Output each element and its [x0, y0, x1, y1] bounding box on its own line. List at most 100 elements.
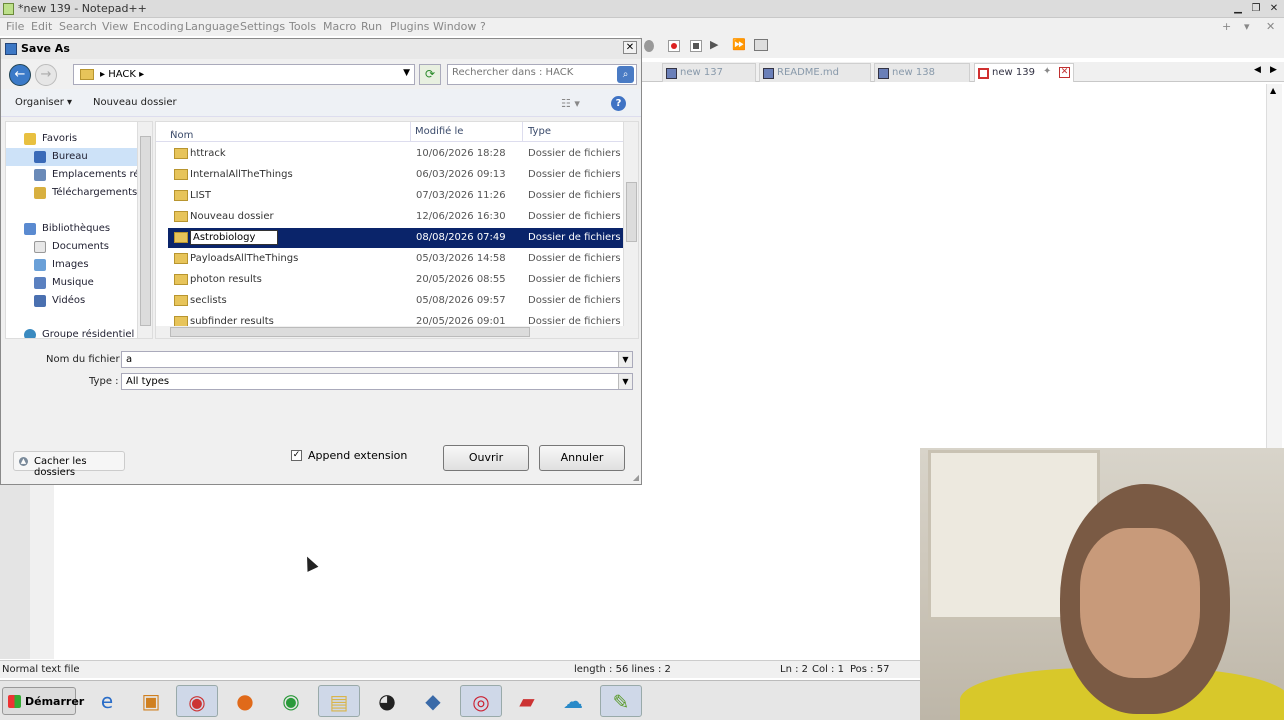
ie-icon[interactable]: e [86, 685, 128, 717]
record-icon[interactable] [668, 40, 680, 52]
nav-scrollbar[interactable] [137, 122, 152, 338]
file-list-scrollbar[interactable] [623, 122, 638, 338]
menu-encoding[interactable]: Encoding [133, 20, 184, 33]
pin-icon[interactable]: ✦ [1043, 66, 1051, 77]
cancel-button[interactable]: Annuler [539, 445, 625, 471]
menu-search[interactable]: Search [59, 20, 97, 33]
breadcrumb[interactable]: ▸ HACK ▸ [100, 69, 144, 80]
tab-new-139[interactable]: new 139 ✦ ✕ [974, 63, 1074, 82]
menu-plugins[interactable]: Plugins [390, 20, 429, 33]
dialog-close-button[interactable]: ✕ [623, 41, 637, 54]
minimize-icon[interactable]: ▁ [1230, 2, 1246, 16]
forward-button[interactable]: → [35, 64, 57, 86]
resize-grip-icon[interactable]: ◢ [633, 473, 639, 482]
column-divider[interactable] [410, 122, 411, 142]
file-row[interactable]: InternalAllTheThings 06/03/2026 09:13 Doss… [168, 165, 624, 185]
add-icon[interactable]: + [1222, 20, 1231, 33]
play-icon[interactable]: ▶ [710, 38, 718, 51]
help-icon[interactable]: ? [611, 96, 626, 111]
menu-settings[interactable]: Settings [240, 20, 285, 33]
firefox-icon[interactable]: ● [224, 685, 266, 717]
new-folder-button[interactable]: Nouveau dossier [93, 97, 177, 108]
nav-libraries[interactable]: Bibliothèques [6, 220, 138, 238]
file-row[interactable]: seclists 05/08/2026 09:57 Dossier de fichi… [168, 291, 624, 311]
file-row[interactable]: httrack 10/06/2026 18:28 Dossier de fichie… [168, 144, 624, 164]
start-button[interactable]: Démarrer [2, 687, 84, 715]
nav-music[interactable]: Musique [6, 274, 138, 292]
maximize-icon[interactable]: ❐ [1248, 2, 1264, 16]
hide-folders-button[interactable]: ▲ Cacher les dossiers [13, 451, 125, 478]
nav-favorites[interactable]: Favoris [6, 130, 138, 148]
tab-readme[interactable]: README.md [759, 63, 871, 82]
view-options-button[interactable]: ☷ ▾ [561, 97, 580, 110]
nav-downloads[interactable]: Téléchargements [6, 184, 138, 202]
tab-scroll-left-icon[interactable]: ◀ [1254, 65, 1261, 75]
organize-button[interactable]: Organiser ▾ [15, 97, 72, 108]
menu-macro[interactable]: Macro [323, 20, 356, 33]
explorer-icon[interactable]: ▤ [318, 685, 360, 717]
stop-icon[interactable] [690, 40, 702, 52]
nav-desktop[interactable]: Bureau [6, 148, 138, 166]
rename-input[interactable]: Astrobiology [190, 230, 279, 245]
toolbar-icon[interactable] [644, 40, 654, 52]
folder-icon [174, 274, 188, 285]
tab-scroll-right-icon[interactable]: ▶ [1270, 65, 1277, 75]
scroll-up-icon[interactable]: ▲ [1270, 86, 1276, 95]
menu-file[interactable]: File [6, 20, 24, 33]
column-divider[interactable] [522, 122, 523, 142]
menu-edit[interactable]: Edit [31, 20, 52, 33]
chrome-alt-icon[interactable]: ◉ [270, 685, 312, 717]
nav-recent[interactable]: Emplacements réce [6, 166, 138, 184]
obs-icon[interactable]: ◕ [366, 685, 408, 717]
file-row[interactable]: photon results 20/05/2026 08:55 Dossier de… [168, 270, 624, 290]
file-row[interactable]: PayloadsAllTheThings 05/03/2026 14:58 Doss… [168, 249, 624, 269]
tab-new-137[interactable]: new 137 [662, 63, 756, 82]
file-row[interactable]: Nouveau dossier 12/06/2026 16:30 Dossier d… [168, 207, 624, 227]
menu-tools[interactable]: Tools [289, 20, 316, 33]
cloud-icon[interactable]: ☁ [552, 685, 594, 717]
vm-icon[interactable]: ◆ [412, 685, 454, 717]
refresh-button[interactable]: ⟳ [419, 64, 441, 85]
chevron-down-icon[interactable]: ▾ [1244, 20, 1250, 33]
save-macro-icon[interactable] [754, 39, 768, 51]
search-box[interactable]: ⌕ [447, 64, 637, 85]
play-multiple-icon[interactable]: ⏩ [732, 38, 746, 51]
scroll-thumb[interactable] [626, 182, 637, 242]
menu-window[interactable]: Window [433, 20, 476, 33]
back-button[interactable]: ← [9, 64, 31, 86]
notepadpp-icon[interactable]: ✎ [600, 685, 642, 717]
menu-help[interactable]: ? [480, 20, 486, 33]
notepad-alt-icon[interactable]: ▰ [506, 685, 548, 717]
nav-images[interactable]: Images [6, 256, 138, 274]
close-icon[interactable]: ✕ [1266, 2, 1282, 16]
nav-documents[interactable]: Documents [6, 238, 138, 256]
file-row-selected[interactable]: Astrobiology 08/08/2026 07:49 Dossier de f… [168, 228, 624, 248]
tab-new-138[interactable]: new 138 [874, 63, 970, 82]
menu-view[interactable]: View [102, 20, 128, 33]
type-select[interactable]: All types ▼ [121, 373, 633, 390]
menu-run[interactable]: Run [361, 20, 382, 33]
filename-field[interactable]: a ▼ [121, 351, 633, 368]
file-row[interactable]: LIST 07/03/2026 11:26 Dossier de fichiers [168, 186, 624, 206]
checkbox-checked-icon[interactable]: ✓ [291, 450, 302, 461]
open-button[interactable]: Ouvrir [443, 445, 529, 471]
menu-language[interactable]: Language [185, 20, 239, 33]
media-icon[interactable]: ▣ [130, 685, 172, 717]
chevron-down-icon[interactable]: ▼ [618, 352, 632, 367]
file-list-hscrollbar[interactable] [156, 326, 626, 338]
nav-scroll-thumb[interactable] [140, 136, 151, 326]
address-bar[interactable]: ▸ HACK ▸ ▼ [73, 64, 415, 85]
column-modified[interactable]: Modifié le [415, 126, 463, 137]
close-doc-icon[interactable]: ✕ [1266, 20, 1275, 33]
column-type[interactable]: Type [528, 126, 551, 137]
nav-homegroup[interactable]: Groupe résidentiel [6, 326, 138, 338]
search-input[interactable] [452, 67, 612, 78]
close-tab-icon[interactable]: ✕ [1059, 67, 1070, 78]
search-icon[interactable]: ⌕ [617, 66, 634, 83]
chrome-icon[interactable]: ◉ [176, 685, 218, 717]
nav-videos[interactable]: Vidéos [6, 292, 138, 310]
audio-icon[interactable]: ◎ [460, 685, 502, 717]
chevron-down-icon[interactable]: ▼ [403, 68, 410, 78]
chevron-down-icon[interactable]: ▼ [618, 374, 632, 389]
hscroll-thumb[interactable] [170, 327, 530, 337]
